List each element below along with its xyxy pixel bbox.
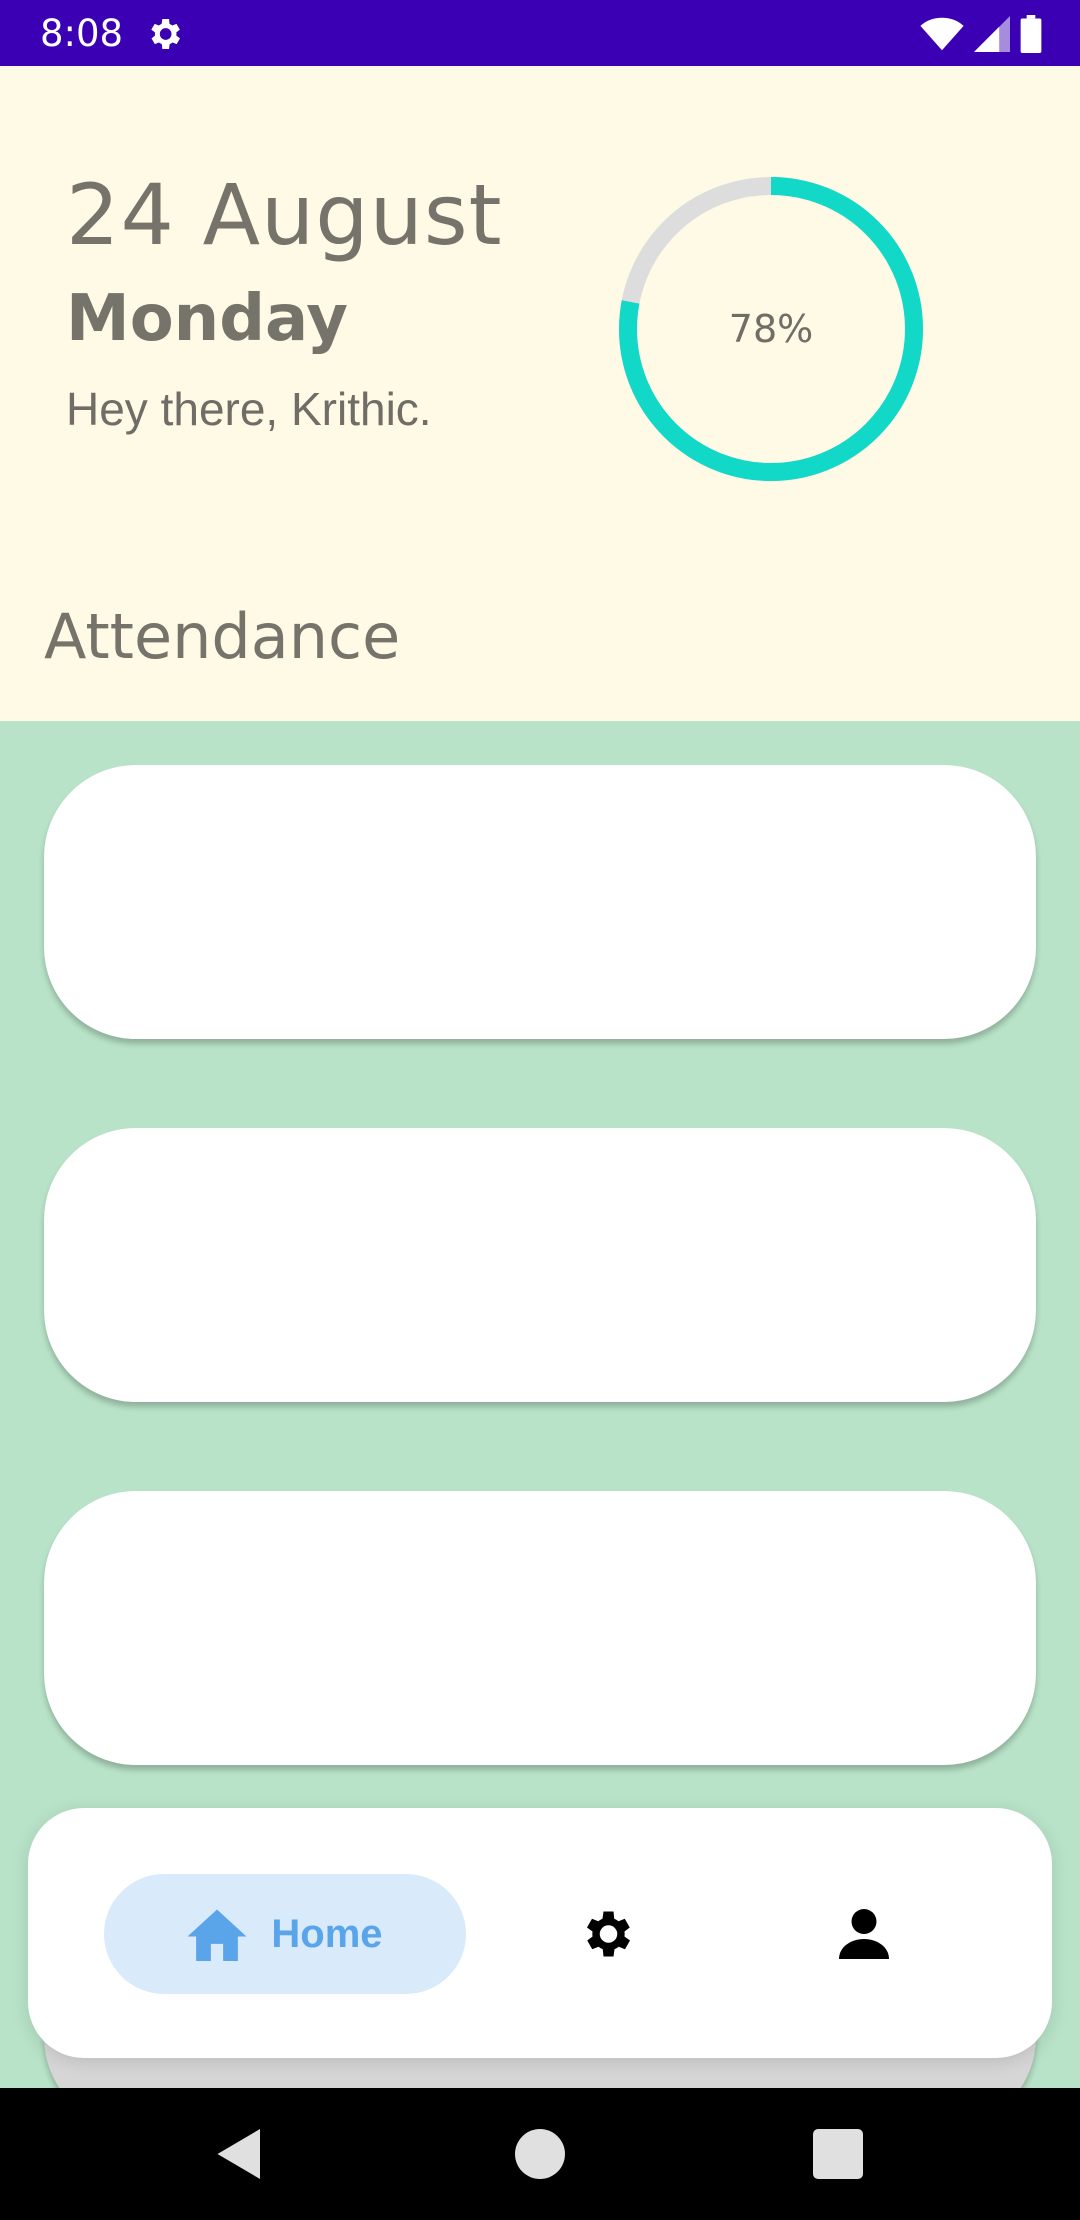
weekday-title: Monday bbox=[66, 282, 348, 356]
battery-icon bbox=[1020, 15, 1042, 53]
status-time: 8:08 bbox=[40, 12, 124, 55]
system-nav-bar bbox=[0, 2088, 1080, 2220]
bottom-nav: Home bbox=[28, 1808, 1052, 2058]
status-bar: 8:08 bbox=[0, 0, 1080, 66]
recents-icon[interactable] bbox=[808, 2124, 868, 2184]
gear-icon[interactable] bbox=[576, 1904, 636, 1964]
attendance-card[interactable] bbox=[44, 1128, 1036, 1402]
date-title: 24 August bbox=[66, 166, 503, 264]
attendance-card[interactable] bbox=[44, 765, 1036, 1039]
status-icons bbox=[920, 14, 1042, 54]
attendance-card[interactable] bbox=[44, 1491, 1036, 1765]
header-panel: 24 August Monday Hey there, Krithic. 78%… bbox=[0, 66, 1080, 721]
gear-icon bbox=[151, 19, 180, 49]
nav-home-button[interactable]: Home bbox=[104, 1874, 466, 1994]
wifi-icon bbox=[920, 17, 964, 51]
nav-home-label: Home bbox=[271, 1911, 383, 1956]
home-icon bbox=[187, 1909, 247, 1961]
progress-label: 78% bbox=[728, 307, 814, 351]
person-icon[interactable] bbox=[834, 1904, 894, 1964]
greeting-text: Hey there, Krithic. bbox=[66, 383, 432, 435]
back-icon[interactable] bbox=[210, 2124, 270, 2184]
cell-signal-icon bbox=[974, 16, 1010, 52]
section-title: Attendance bbox=[44, 600, 401, 673]
home-circle-icon[interactable] bbox=[510, 2124, 570, 2184]
